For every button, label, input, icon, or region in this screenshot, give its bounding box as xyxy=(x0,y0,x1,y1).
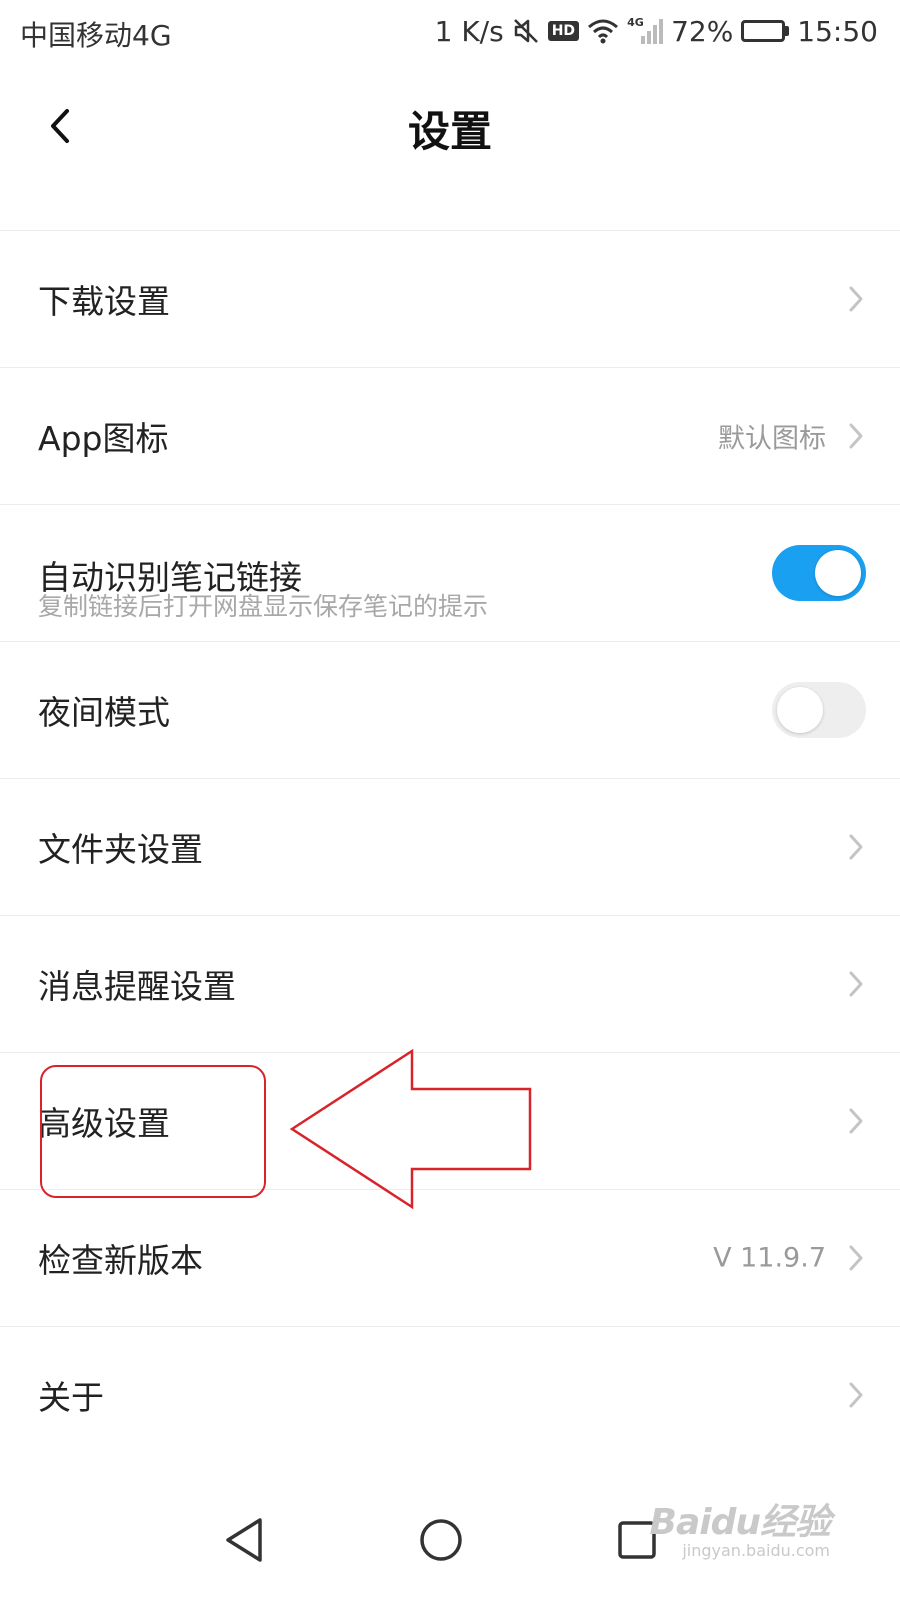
clock: 15:50 xyxy=(797,14,878,48)
hd-icon: HD xyxy=(547,21,580,41)
chevron-right-icon xyxy=(849,423,863,449)
status-icons: 1 K/s HD 4G 72% 15:50 xyxy=(435,10,878,52)
header: 设置 xyxy=(0,64,900,188)
toggle-knob xyxy=(777,687,823,733)
settings-item-label: App图标 xyxy=(38,419,169,458)
settings-item-label: 下载设置 xyxy=(38,282,170,321)
triangle-back-icon xyxy=(226,1518,262,1562)
chevron-right-icon xyxy=(849,1245,863,1271)
nav-back-button[interactable] xyxy=(214,1510,274,1570)
settings-item-description: 复制链接后打开网盘显示保存笔记的提示 xyxy=(38,592,489,621)
mute-icon xyxy=(512,17,540,45)
circle-home-icon xyxy=(420,1519,462,1561)
settings-item-auto-detect-link: 自动识别笔记链接 复制链接后打开网盘显示保存笔记的提示 xyxy=(0,504,900,641)
battery-icon xyxy=(741,20,790,42)
chevron-right-icon xyxy=(849,971,863,997)
wifi-icon xyxy=(587,18,619,44)
settings-item-label: 检查新版本 xyxy=(38,1241,203,1280)
settings-item-label: 关于 xyxy=(38,1378,104,1417)
chevron-right-icon xyxy=(849,1108,863,1134)
status-bar: 中国移动4G 1 K/s HD 4G 72% 15:50 xyxy=(0,0,900,64)
signal-icon: 4G xyxy=(627,16,664,46)
carrier-label: 中国移动4G xyxy=(20,19,172,52)
settings-item-download[interactable]: 下载设置 xyxy=(0,230,900,367)
page-title: 设置 xyxy=(407,107,492,156)
chevron-right-icon xyxy=(849,286,863,312)
night-mode-toggle[interactable] xyxy=(772,682,866,738)
watermark-logo: Baidu经验 xyxy=(649,1502,831,1543)
baidu-watermark: Baidu经验 jingyan.baidu.com xyxy=(649,1493,831,1560)
annotation-arrow-icon xyxy=(289,1048,532,1210)
settings-item-value: 默认图标 xyxy=(718,423,826,455)
settings-item-folder[interactable]: 文件夹设置 xyxy=(0,778,900,915)
settings-item-label: 夜间模式 xyxy=(38,693,170,732)
settings-item-app-icon[interactable]: App图标 默认图标 xyxy=(0,367,900,504)
settings-item-notifications[interactable]: 消息提醒设置 xyxy=(0,915,900,1052)
version-value: V 11.9.7 xyxy=(713,1242,826,1274)
network-speed: 1 K/s xyxy=(434,14,504,48)
annotation-highlight-box xyxy=(40,1065,266,1198)
settings-item-label: 消息提醒设置 xyxy=(38,967,236,1006)
screen: 中国移动4G 1 K/s HD 4G 72% 15:50 设置 下载设置 App… xyxy=(0,0,900,1600)
settings-item-label: 文件夹设置 xyxy=(38,830,203,869)
chevron-right-icon xyxy=(849,834,863,860)
auto-detect-link-toggle[interactable] xyxy=(772,545,866,601)
chevron-right-icon xyxy=(849,1382,863,1408)
nav-home-button[interactable] xyxy=(411,1510,471,1570)
settings-list: 下载设置 App图标 默认图标 自动识别笔记链接 复制链接后打开网盘显示保存笔记… xyxy=(0,230,900,1463)
battery-percent: 72% xyxy=(671,14,734,48)
settings-item-about[interactable]: 关于 xyxy=(0,1326,900,1463)
settings-item-night-mode: 夜间模式 xyxy=(0,641,900,778)
toggle-knob xyxy=(815,550,861,596)
